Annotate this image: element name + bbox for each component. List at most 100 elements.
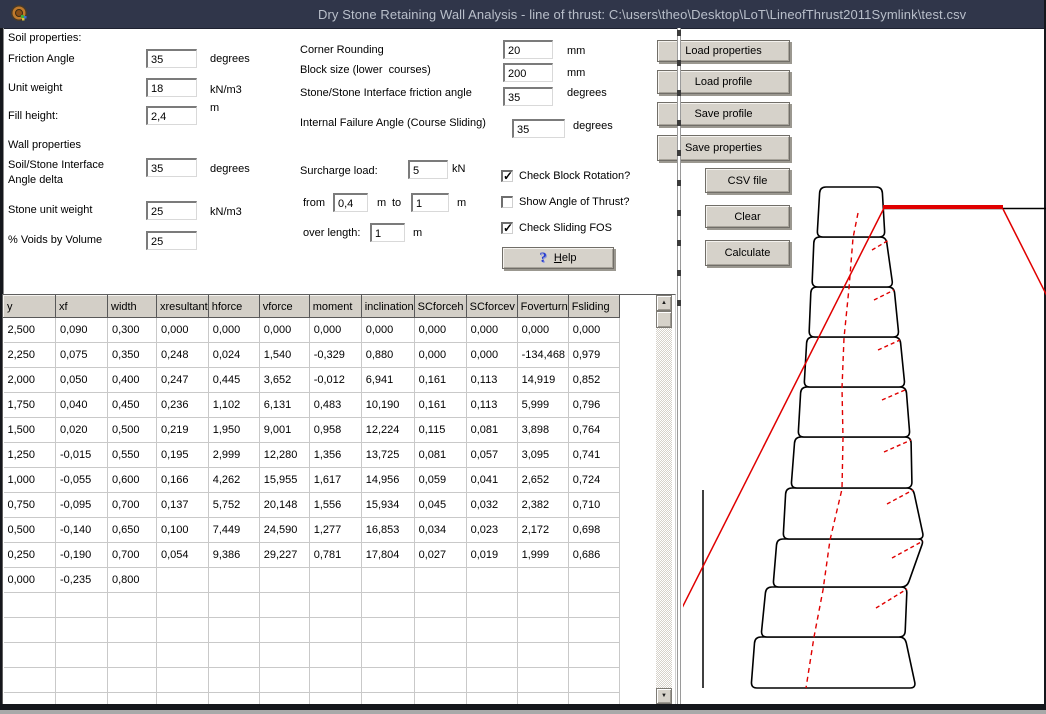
stone-interface-unit: degrees [567, 87, 607, 100]
table-cell: 2,382 [517, 493, 568, 518]
stone-unit-weight-label: Stone unit weight [8, 204, 92, 217]
table-cell [517, 593, 568, 618]
table-header-cell: width [108, 296, 157, 318]
table-cell: 0,000 [259, 318, 309, 343]
wall-course [817, 187, 884, 237]
table-cell: 14,956 [361, 468, 414, 493]
table-cell: 0,195 [157, 443, 209, 468]
table-cell [157, 668, 209, 693]
show-angle-thrust-label: Show Angle of Thrust? [519, 196, 629, 208]
scrollbar-down-button[interactable]: ▼ [656, 688, 672, 704]
table-cell: 0,137 [157, 493, 209, 518]
internal-failure-input[interactable] [512, 119, 565, 138]
table-cell: -134,468 [517, 343, 568, 368]
table-cell [568, 618, 619, 643]
fill-height-input[interactable] [146, 106, 197, 125]
interface-delta-label-line1: Soil/Stone Interface [8, 159, 104, 172]
show-angle-thrust-checkbox[interactable] [501, 196, 513, 208]
table-cell [259, 568, 309, 593]
help-question-icon: ? [539, 250, 547, 267]
unit-weight-unit: kN/m3 [210, 84, 242, 97]
block-size-input[interactable] [503, 63, 553, 82]
table-cell: 14,919 [517, 368, 568, 393]
table-header-cell: xresultant [157, 296, 209, 318]
table-cell [259, 643, 309, 668]
help-button[interactable]: ? Help [502, 247, 614, 269]
check-block-rotation-label: Check Block Rotation? [519, 170, 630, 182]
table-cell [4, 643, 56, 668]
table-cell: 13,725 [361, 443, 414, 468]
table-cell [361, 618, 414, 643]
table-cell: 0,741 [568, 443, 619, 468]
table-cell [208, 618, 259, 643]
surcharge-input[interactable] [408, 160, 448, 179]
check-sliding-fos-checkbox[interactable] [501, 222, 513, 234]
table-cell: 0,250 [4, 543, 56, 568]
block-size-label: Block size (lower courses) [300, 64, 431, 77]
table-cell [108, 618, 157, 643]
table-cell [361, 643, 414, 668]
table-row: 2,0000,0500,4000,2470,4453,652-0,0126,94… [4, 368, 620, 393]
table-cell [309, 643, 361, 668]
table-cell: 0,450 [108, 393, 157, 418]
table-cell [157, 593, 209, 618]
scrollbar-up-button[interactable]: ▲ [656, 295, 672, 311]
table-cell: 0,040 [56, 393, 108, 418]
table-cell: 0,081 [414, 443, 466, 468]
interface-delta-input[interactable] [146, 158, 197, 177]
over-length-input[interactable] [370, 223, 405, 242]
table-empty-row [4, 643, 620, 668]
table-cell: 0,350 [108, 343, 157, 368]
table-cell: 20,148 [259, 493, 309, 518]
grid-vertical-scrollbar[interactable]: ▲ ▼ [656, 295, 672, 704]
check-sliding-fos-label: Check Sliding FOS [519, 222, 612, 234]
check-block-rotation-checkbox[interactable] [501, 170, 513, 182]
app-icon[interactable] [10, 4, 29, 23]
wall-course [798, 387, 909, 437]
table-cell [259, 668, 309, 693]
scrollbar-thumb[interactable] [656, 311, 672, 328]
table-cell [4, 593, 56, 618]
table-empty-row [4, 618, 620, 643]
table-row: 1,000-0,0550,6000,1664,26215,9551,61714,… [4, 468, 620, 493]
table-cell: 0,024 [208, 343, 259, 368]
table-cell [108, 643, 157, 668]
corner-rounding-input[interactable] [503, 40, 553, 59]
table-cell [157, 643, 209, 668]
table-cell: 3,898 [517, 418, 568, 443]
table-cell: 0,050 [56, 368, 108, 393]
table-cell: 24,590 [259, 518, 309, 543]
table-cell [517, 618, 568, 643]
table-cell [414, 618, 466, 643]
stone-unit-weight-input[interactable] [146, 201, 197, 220]
table-cell: 0,113 [466, 368, 517, 393]
surcharge-from-input[interactable] [333, 193, 368, 212]
table-cell: 0,059 [414, 468, 466, 493]
stone-interface-input[interactable] [503, 87, 553, 106]
table-cell [208, 668, 259, 693]
table-cell: 0,000 [208, 318, 259, 343]
table-cell: 0,041 [466, 468, 517, 493]
table-cell: 5,999 [517, 393, 568, 418]
interface-delta-label-line2: Angle delta [8, 174, 63, 187]
table-cell: 0,958 [309, 418, 361, 443]
table-cell [208, 568, 259, 593]
friction-angle-input[interactable] [146, 49, 197, 68]
table-cell: 0,700 [108, 493, 157, 518]
over-length-unit: m [413, 227, 422, 240]
table-empty-row [4, 593, 620, 618]
table-cell: 0,081 [466, 418, 517, 443]
table-cell: 0,750 [4, 493, 56, 518]
unit-weight-input[interactable] [146, 78, 197, 97]
voids-input[interactable] [146, 231, 197, 250]
friction-angle-label: Friction Angle [8, 53, 75, 66]
table-cell: 0,445 [208, 368, 259, 393]
surcharge-to-input[interactable] [411, 193, 449, 212]
table-cell: -0,190 [56, 543, 108, 568]
table-cell: 0,248 [157, 343, 209, 368]
table-cell: 0,000 [466, 343, 517, 368]
table-cell [259, 593, 309, 618]
table-cell: 12,224 [361, 418, 414, 443]
table-row: 1,7500,0400,4500,2361,1026,1310,48310,19… [4, 393, 620, 418]
table-cell: 1,500 [4, 418, 56, 443]
